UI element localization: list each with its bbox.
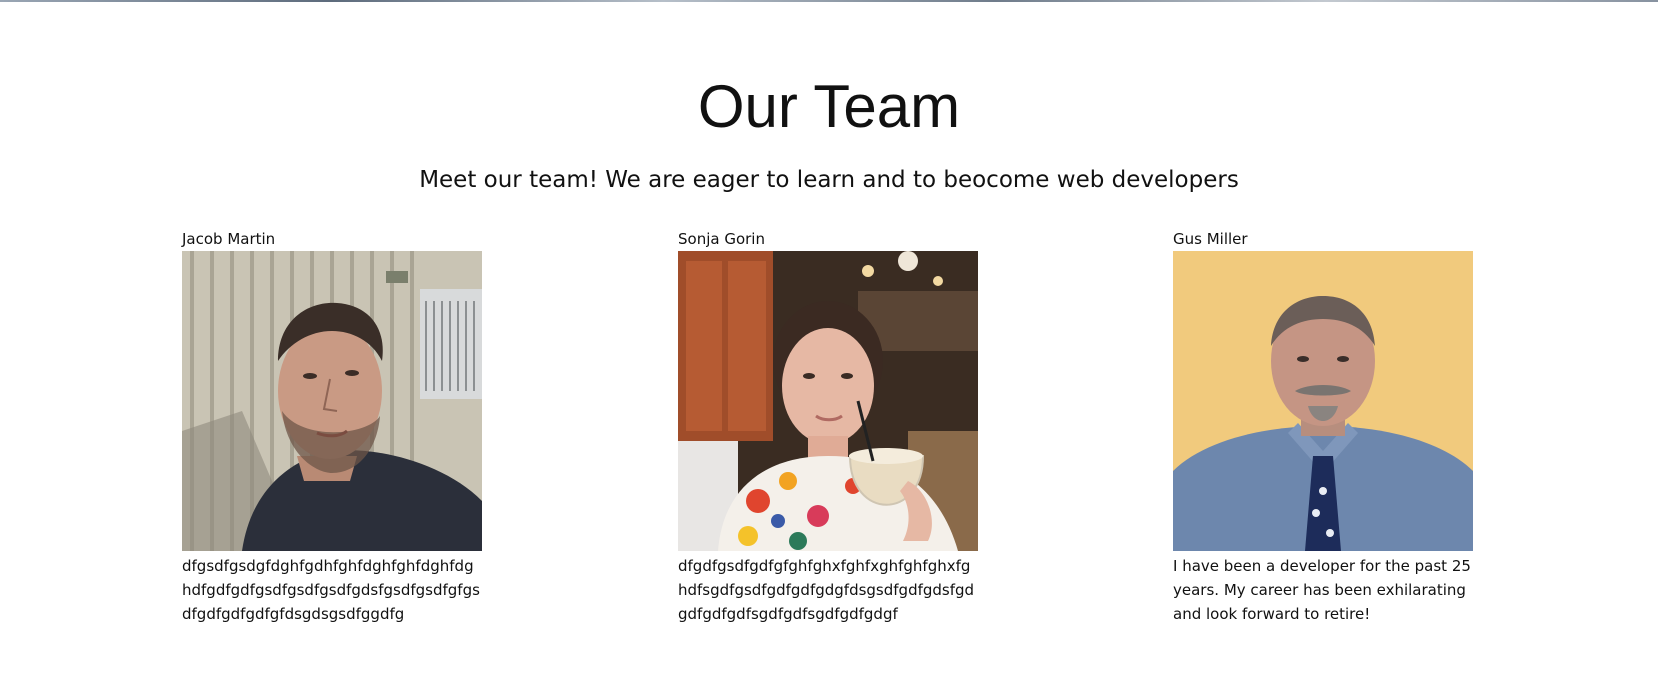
member-bio: dfgsdfgsdgfdghfgdhfghfdghfghfdghfdghdfgd… <box>182 557 480 623</box>
member-bio: dfgdfgsdfgdfgfghfghxfghfxghfghfghxfghdfs… <box>678 557 975 623</box>
member-name: Gus Miller <box>1173 230 1248 248</box>
team-member-card: Jacob Martin dfgsdfgsdgfdghfgdhfghfdghfg… <box>182 230 482 626</box>
team-member-card: Gus Miller I have been a developer for t… <box>1173 230 1473 626</box>
page-title: Our Team <box>697 73 961 140</box>
member-photo <box>1173 251 1473 551</box>
member-photo <box>678 251 978 551</box>
header-image-strip <box>0 0 1658 2</box>
member-name: Jacob Martin <box>182 230 276 248</box>
team-page: Our Team Meet our team! We are eager to … <box>0 0 1658 686</box>
member-name: Sonja Gorin <box>678 230 765 248</box>
page-subtitle: Meet our team! We are eager to learn and… <box>419 167 1239 193</box>
member-bio: I have been a developer for the past 25 … <box>1173 557 1471 623</box>
team-member-card: Sonja Gorin dfgdfgsdfgdfgfghfghxfghfxghf… <box>678 230 978 626</box>
member-photo <box>182 251 482 551</box>
